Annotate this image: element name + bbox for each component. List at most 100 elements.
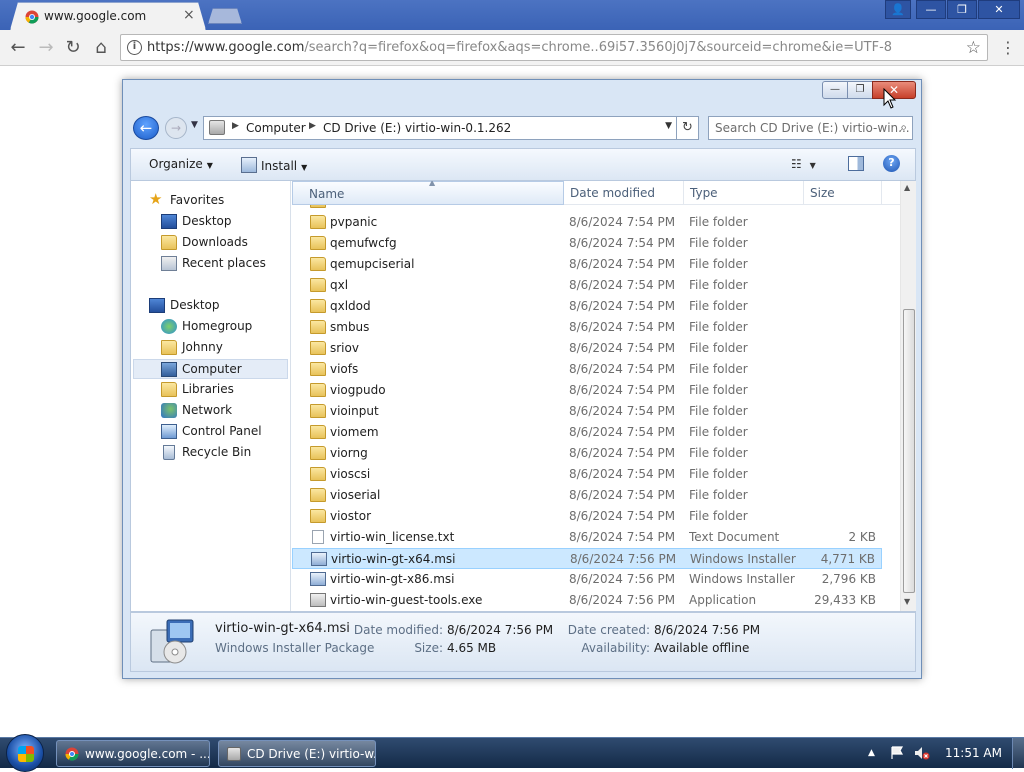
file-name: viofs — [330, 362, 359, 376]
breadcrumb[interactable]: ▶ Computer ▶ CD Drive (E:) virtio-win-0.… — [203, 116, 677, 140]
table-row[interactable]: virtio-win-gt-x86.msi 8/6/2024 7:56 PM Win… — [292, 569, 882, 590]
path-dropdown-icon[interactable]: ▼ — [665, 121, 672, 131]
organize-button[interactable]: Organize ▼ — [149, 157, 213, 171]
back-arrow-icon[interactable]: ← — [8, 38, 28, 58]
recent-pages-chevron-icon[interactable]: ▼ — [191, 120, 198, 130]
file-type: Windows Installer ... — [689, 572, 799, 586]
forward-arrow-icon[interactable]: → — [165, 117, 187, 139]
details-size: 4.65 MB — [447, 641, 497, 655]
clock[interactable]: 11:51 AM — [945, 746, 1002, 760]
back-arrow-icon[interactable]: ← — [133, 116, 159, 140]
browser-close-button[interactable]: ✕ — [978, 0, 1020, 19]
scroll-down-icon[interactable]: ▼ — [904, 597, 910, 606]
file-list-scrollbar[interactable]: ▲ ▼ — [900, 181, 916, 611]
search-input[interactable]: Search CD Drive (E:) virtio-win... ⌕ — [708, 116, 913, 140]
navigation-pane: ★ Favorites Desktop Downloads Recent pla… — [131, 181, 291, 611]
explorer-maximize-button[interactable]: ❐ — [847, 81, 873, 99]
view-list-icon: ☷ — [791, 157, 802, 171]
install-label: Install — [261, 159, 298, 173]
tab-close-icon[interactable]: × — [183, 7, 195, 23]
star-icon: ★ — [149, 190, 163, 208]
nav-computer[interactable]: Computer — [133, 359, 288, 379]
search-icon[interactable]: ⌕ — [900, 120, 907, 135]
show-hidden-icons-icon[interactable]: ▲ — [868, 748, 875, 758]
url-text[interactable]: https://www.google.com/search?q=firefox&… — [147, 40, 892, 55]
browser-restore-button[interactable]: ❐ — [947, 0, 977, 19]
home-icon[interactable]: ⌂ — [91, 38, 111, 58]
table-row[interactable]: viofs 8/6/2024 7:54 PM File folder — [292, 359, 882, 380]
file-date-modified: 8/6/2024 7:56 PM — [569, 572, 676, 586]
breadcrumb-computer[interactable]: Computer — [246, 121, 306, 135]
file-name: qemufwcfg — [330, 236, 397, 250]
breadcrumb-separator-icon[interactable]: ▶ — [309, 121, 316, 131]
preview-pane-icon[interactable] — [848, 156, 864, 171]
explorer-minimize-button[interactable]: — — [822, 81, 848, 99]
browser-minimize-button[interactable]: — — [916, 0, 946, 19]
folder-icon — [310, 488, 326, 502]
scroll-up-icon[interactable]: ▲ — [904, 183, 910, 192]
browser-tab-google[interactable]: www.google.com × — [10, 2, 206, 30]
details-date-created-label: Date created: — [567, 623, 650, 637]
breadcrumb-separator-icon[interactable]: ▶ — [232, 121, 239, 131]
column-name[interactable]: ▲ Name — [292, 181, 564, 205]
scrollbar-thumb[interactable] — [903, 309, 915, 593]
command-bar: Organize ▼ Install ▼ ☷ ▼ ? — [130, 148, 916, 180]
file-type: File folder — [689, 278, 748, 292]
column-type[interactable]: Type — [684, 181, 804, 205]
table-row[interactable]: vioscsi 8/6/2024 7:54 PM File folder — [292, 464, 882, 485]
forward-arrow-icon[interactable]: → — [36, 38, 56, 58]
table-row[interactable]: qxldod 8/6/2024 7:54 PM File folder — [292, 296, 882, 317]
action-center-flag-icon[interactable] — [890, 746, 906, 760]
table-row[interactable]: smbus 8/6/2024 7:54 PM File folder — [292, 317, 882, 338]
table-row[interactable]: virtio-win-gt-x64.msi 8/6/2024 7:56 PM Win… — [292, 548, 882, 569]
change-view-button[interactable]: ☷ ▼ — [791, 157, 816, 171]
folder-icon — [310, 362, 326, 376]
column-header: ▲ Name Date modified Type Size — [292, 181, 900, 205]
file-date-modified: 8/6/2024 7:54 PM — [569, 299, 676, 313]
file-type: File folder — [689, 425, 748, 439]
file-size: 4,771 KB — [820, 552, 875, 566]
control-panel-icon — [161, 424, 177, 439]
table-row[interactable]: viogpudo 8/6/2024 7:54 PM File folder — [292, 380, 882, 401]
table-row[interactable]: pvpanic 8/6/2024 7:54 PM File folder — [292, 212, 882, 233]
reload-icon[interactable]: ↻ — [63, 38, 83, 58]
table-row[interactable]: qemupciserial 8/6/2024 7:54 PM File folder — [292, 254, 882, 275]
file-date-modified: 8/6/2024 7:54 PM — [569, 530, 676, 544]
table-row[interactable]: viorng 8/6/2024 7:54 PM File folder — [292, 443, 882, 464]
url-path: /search?q=firefox&oq=firefox&aqs=chrome.… — [304, 40, 893, 55]
bookmark-star-icon[interactable]: ☆ — [966, 38, 981, 58]
file-type: File folder — [689, 362, 748, 376]
table-row[interactable]: viostor 8/6/2024 7:54 PM File folder — [292, 506, 882, 527]
file-date-modified: 8/6/2024 7:54 PM — [569, 383, 676, 397]
table-row[interactable]: virtio-win-guest-tools.exe 8/6/2024 7:56 … — [292, 590, 882, 611]
browser-menu-icon[interactable]: ⋮ — [1000, 38, 1016, 57]
details-pane: virtio-win-gt-x64.msi Windows Installer … — [130, 612, 916, 672]
start-button[interactable] — [6, 734, 44, 772]
file-name: pvpanic — [330, 215, 378, 229]
table-row[interactable]: vioserial 8/6/2024 7:54 PM File folder — [292, 485, 882, 506]
table-row[interactable]: vioinput 8/6/2024 7:54 PM File folder — [292, 401, 882, 422]
site-info-icon[interactable]: i — [127, 40, 142, 55]
refresh-icon[interactable]: ↻ — [677, 116, 699, 140]
explorer-title-bar[interactable]: — ❐ ✕ — [123, 80, 921, 110]
help-icon[interactable]: ? — [883, 155, 900, 172]
table-row[interactable]: qxl 8/6/2024 7:54 PM File folder — [292, 275, 882, 296]
new-tab-button[interactable] — [208, 8, 242, 24]
table-row[interactable]: virtio-win_license.txt 8/6/2024 7:54 PM Te… — [292, 527, 882, 548]
taskbar-item-explorer[interactable]: CD Drive (E:) virtio-w... — [218, 740, 376, 767]
table-row[interactable]: sriov 8/6/2024 7:54 PM File folder — [292, 338, 882, 359]
breadcrumb-cd-drive[interactable]: CD Drive (E:) virtio-win-0.1.262 — [323, 121, 511, 135]
recent-places-icon — [161, 256, 177, 271]
table-row[interactable]: viomem 8/6/2024 7:54 PM File folder — [292, 422, 882, 443]
taskbar-item-chrome[interactable]: www.google.com - ... — [56, 740, 210, 767]
show-desktop-button[interactable] — [1012, 738, 1024, 769]
file-type: File folder — [689, 467, 748, 481]
address-bar[interactable]: i https://www.google.com/search?q=firefo… — [120, 34, 988, 61]
column-date-modified[interactable]: Date modified — [564, 181, 684, 205]
volume-muted-icon[interactable] — [914, 746, 930, 760]
install-button[interactable]: Install ▼ — [241, 157, 307, 173]
file-type: File folder — [689, 257, 748, 271]
column-size[interactable]: Size — [804, 181, 882, 205]
profile-icon[interactable]: 👤 — [885, 0, 911, 19]
table-row[interactable]: qemufwcfg 8/6/2024 7:54 PM File folder — [292, 233, 882, 254]
